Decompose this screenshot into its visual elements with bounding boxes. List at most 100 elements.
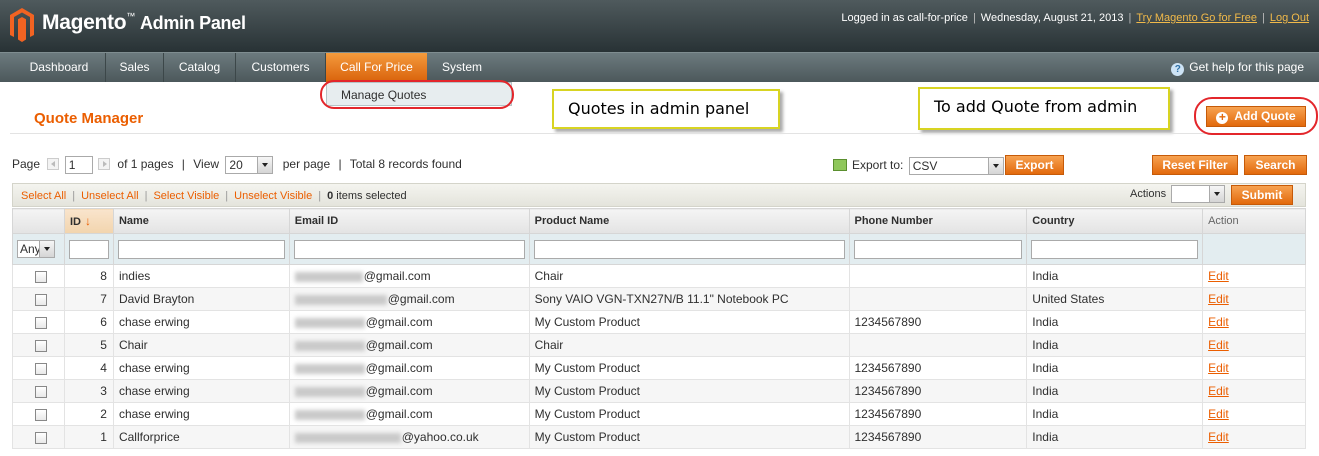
try-magento-go-link[interactable]: Try Magento Go for Free — [1136, 12, 1257, 24]
filter-email-cell — [288, 233, 530, 265]
nav-system[interactable]: System — [427, 53, 497, 82]
export-format-select[interactable]: CSV — [908, 157, 1004, 175]
filter-any-select[interactable]: Any — [17, 240, 55, 258]
logout-link[interactable]: Log Out — [1270, 12, 1309, 24]
filter-id-cell — [63, 233, 114, 265]
row-email: @gmail.com — [365, 407, 433, 421]
row-action-cell: Edit — [1202, 333, 1306, 357]
row-checkbox[interactable] — [34, 316, 47, 329]
app-header: Magento™ Admin Panel Logged in as call-fo… — [0, 0, 1319, 52]
row-product: My Custom Product — [528, 379, 850, 403]
row-email: @gmail.com — [365, 338, 433, 352]
row-phone — [848, 333, 1028, 357]
filter-country-input[interactable] — [1031, 239, 1199, 259]
unselect-visible-link[interactable]: Unselect Visible — [234, 190, 312, 202]
page-count: of 1 pages — [117, 157, 174, 172]
header-name[interactable]: Name — [112, 208, 290, 234]
row-email: @gmail.com — [365, 315, 433, 329]
row-name: chase erwing — [112, 310, 290, 334]
row-checkbox[interactable] — [34, 385, 47, 398]
massaction-links: Select All | Unselect All | Select Visible | U… — [21, 190, 407, 202]
reset-filter-button[interactable]: Reset Filter — [1152, 155, 1238, 175]
export-icon — [833, 159, 847, 172]
row-email-cell: @gmail.com — [288, 287, 530, 311]
next-page-icon[interactable] — [98, 158, 111, 171]
filter-email-input[interactable] — [293, 239, 525, 259]
select-visible-link[interactable]: Select Visible — [153, 190, 219, 202]
header-email[interactable]: Email ID — [288, 208, 530, 234]
row-checkbox[interactable] — [34, 293, 47, 306]
chevron-down-icon — [39, 241, 54, 257]
grid-header-row: ID ↓ Name Email ID Product Name Phone Num… — [12, 208, 1306, 234]
edit-link[interactable]: Edit — [1208, 292, 1229, 306]
header-phone[interactable]: Phone Number — [848, 208, 1028, 234]
separator: | — [318, 190, 322, 202]
page-input[interactable]: 1 — [64, 156, 93, 174]
edit-link[interactable]: Edit — [1208, 407, 1229, 421]
brand-title: Magento™ Admin Panel — [42, 11, 246, 35]
row-country: United States — [1026, 287, 1204, 311]
row-product: Chair — [528, 264, 850, 288]
header-user-info: Logged in as call-for-price | Wednesday, A… — [841, 12, 1309, 24]
edit-link[interactable]: Edit — [1208, 361, 1229, 375]
table-row: 6 chase erwing @gmail.com My Custom Prod… — [12, 310, 1306, 334]
select-all-link[interactable]: Select All — [21, 190, 66, 202]
annotation-oval-menu — [320, 80, 514, 109]
export-label: Export to: — [852, 158, 904, 173]
nav-dashboard[interactable]: Dashboard — [13, 53, 106, 82]
header-id[interactable]: ID ↓ — [63, 208, 114, 234]
selected-count: 0 — [327, 190, 334, 202]
nav-customers[interactable]: Customers — [236, 53, 326, 82]
help-link[interactable]: ? Get help for this page — [1171, 60, 1304, 76]
prev-page-icon[interactable] — [47, 158, 60, 171]
row-phone: 1234567890 — [848, 402, 1028, 426]
magento-logo-icon[interactable] — [10, 8, 34, 42]
sort-arrow-icon: ↓ — [84, 214, 91, 228]
unselect-all-link[interactable]: Unselect All — [81, 190, 138, 202]
row-checkbox-cell — [12, 264, 65, 288]
row-country: India — [1026, 425, 1204, 449]
table-row: 5 Chair @gmail.com Chair India Edit — [12, 333, 1306, 357]
nav-catalog[interactable]: Catalog — [164, 53, 236, 82]
header-product[interactable]: Product Name — [528, 208, 850, 234]
filter-id-input[interactable] — [68, 239, 109, 259]
filter-name-cell — [112, 233, 290, 265]
edit-link[interactable]: Edit — [1208, 338, 1229, 352]
nav-sales[interactable]: Sales — [106, 53, 164, 82]
header-id-label: ID — [69, 216, 81, 228]
row-email-cell: @gmail.com — [288, 379, 530, 403]
row-email-cell: @gmail.com — [288, 310, 530, 334]
edit-link[interactable]: Edit — [1208, 269, 1229, 283]
row-checkbox-cell — [12, 379, 65, 403]
row-checkbox[interactable] — [34, 362, 47, 375]
row-action-cell: Edit — [1202, 379, 1306, 403]
current-date: Wednesday, August 21, 2013 — [980, 12, 1124, 24]
filter-phone-input[interactable] — [853, 239, 1023, 259]
redacted-email — [294, 409, 365, 420]
row-email: @gmail.com — [363, 269, 431, 283]
page-label: Page — [12, 157, 41, 172]
filter-product-input[interactable] — [533, 239, 845, 259]
actions-select[interactable] — [1171, 185, 1225, 203]
edit-link[interactable]: Edit — [1208, 430, 1229, 444]
header-country[interactable]: Country — [1026, 208, 1204, 234]
export-button[interactable]: Export — [1005, 155, 1064, 175]
row-checkbox[interactable] — [34, 431, 47, 444]
filter-name-input[interactable] — [117, 239, 285, 259]
row-checkbox[interactable] — [34, 339, 47, 352]
row-id: 8 — [63, 264, 114, 288]
edit-link[interactable]: Edit — [1208, 315, 1229, 329]
submit-button[interactable]: Submit — [1231, 185, 1293, 205]
table-row: 4 chase erwing @gmail.com My Custom Prod… — [12, 356, 1306, 380]
callout-quotes-admin: Quotes in admin panel — [552, 89, 780, 129]
search-button[interactable]: Search — [1244, 155, 1307, 175]
row-checkbox[interactable] — [34, 408, 47, 421]
row-phone: 1234567890 — [848, 425, 1028, 449]
per-page-select[interactable]: 20 — [225, 156, 274, 174]
row-name: David Brayton — [112, 287, 290, 311]
edit-link[interactable]: Edit — [1208, 384, 1229, 398]
row-product: Chair — [528, 333, 850, 357]
nav-call-for-price[interactable]: Call For Price — [326, 53, 427, 82]
row-checkbox[interactable] — [34, 270, 47, 283]
per-page-label: per page — [282, 157, 331, 172]
